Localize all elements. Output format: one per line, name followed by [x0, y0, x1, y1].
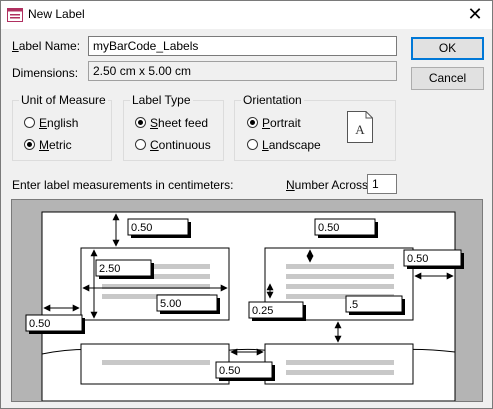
dimensions-value: 2.50 cm x 5.00 cm — [88, 61, 397, 81]
radio-continuous-indicator[interactable] — [135, 139, 146, 150]
title-bar: New Label ✕ — [1, 1, 492, 29]
top-margin-right-value[interactable]: 0.50 — [318, 222, 339, 234]
radio-english-indicator[interactable] — [24, 117, 35, 128]
new-label-dialog: New Label ✕ Label Name: myBarCode_Labels… — [0, 0, 493, 409]
label-type-title: Label Type — [130, 93, 193, 107]
radio-metric-indicator[interactable] — [24, 139, 35, 150]
radio-sheet-feed-indicator[interactable] — [135, 117, 146, 128]
label-name-caption: Label Name: — [12, 39, 81, 53]
label-preview: 0.50 0.50 2.50 5.00 0.50 0.50 0.25 .5 0.… — [11, 199, 483, 402]
orientation-icon-letter: A — [355, 122, 365, 137]
cancel-button[interactable]: Cancel — [411, 67, 484, 90]
window-title: New Label — [28, 7, 85, 21]
top-margin-value[interactable]: 0.50 — [131, 222, 152, 234]
label-layout-diagram: 0.50 0.50 2.50 5.00 0.50 0.50 0.25 .5 0.… — [12, 200, 482, 401]
orientation-title: Orientation — [241, 93, 304, 107]
number-across-input[interactable]: 1 — [367, 174, 397, 194]
number-across-caption: Number Across: — [286, 178, 372, 192]
radio-portrait-indicator[interactable] — [247, 117, 258, 128]
horizontal-gap-value[interactable]: 0.50 — [219, 365, 240, 377]
unit-of-measure-title: Unit of Measure — [19, 93, 108, 107]
unit-of-measure-group: Unit of Measure English Metric — [12, 93, 112, 161]
portrait-page-icon: A — [347, 111, 373, 143]
side-margin-value[interactable]: 0.50 — [29, 318, 50, 330]
right-margin-value[interactable]: 0.50 — [407, 253, 428, 265]
radio-landscape-indicator[interactable] — [247, 139, 258, 150]
corner-gap-value[interactable]: .5 — [349, 299, 358, 311]
label-name-input[interactable]: myBarCode_Labels — [88, 36, 397, 56]
label-width-value[interactable]: 5.00 — [160, 298, 181, 310]
close-icon[interactable]: ✕ — [462, 3, 488, 25]
measurements-instruction: Enter label measurements in centimeters: — [12, 178, 234, 192]
label-height-value[interactable]: 2.50 — [99, 263, 120, 275]
label-app-icon — [7, 8, 23, 22]
label-type-group: Label Type Sheet feed Continuous — [123, 93, 224, 161]
dimensions-caption: Dimensions: — [12, 66, 79, 80]
vertical-gap-value[interactable]: 0.25 — [252, 305, 273, 317]
ok-button[interactable]: OK — [411, 37, 484, 60]
